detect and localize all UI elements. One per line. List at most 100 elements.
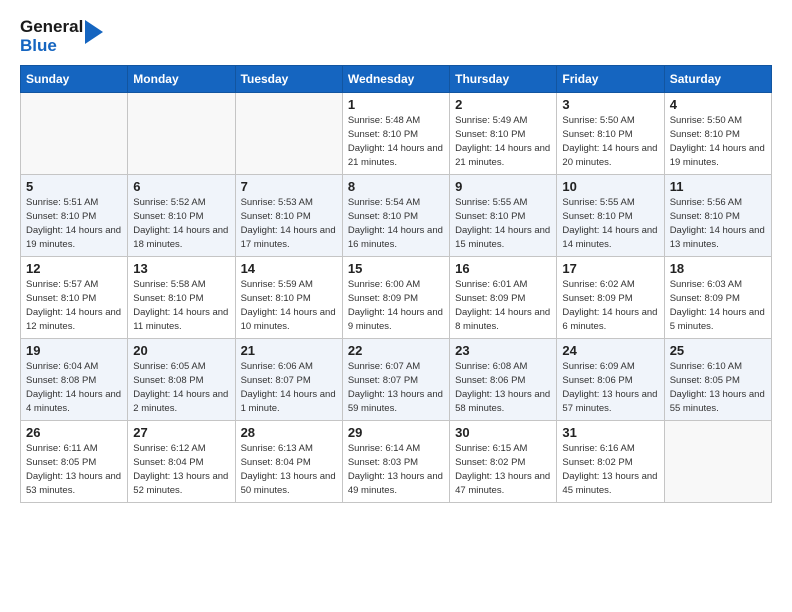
day-number: 15 [348, 261, 444, 276]
day-info: Sunrise: 6:10 AM Sunset: 8:05 PM Dayligh… [670, 360, 766, 415]
calendar-cell: 15 Sunrise: 6:00 AM Sunset: 8:09 PM Dayli… [342, 257, 449, 339]
logo-text-general: General [20, 18, 83, 37]
calendar-cell: 23 Sunrise: 6:08 AM Sunset: 8:06 PM Dayli… [450, 339, 557, 421]
calendar-cell: 3Sunrise: 5:50 AM Sunset: 8:10 PM Daylig… [557, 93, 664, 175]
day-number: 14 [241, 261, 337, 276]
calendar-table: SundayMondayTuesdayWednesdayThursdayFrid… [20, 65, 772, 503]
day-number: 2 [455, 97, 551, 112]
calendar-cell: 30 Sunrise: 6:15 AM Sunset: 8:02 PM Dayli… [450, 421, 557, 503]
day-number: 20 [133, 343, 229, 358]
day-info: Sunrise: 5:48 AM Sunset: 8:10 PM Dayligh… [348, 114, 444, 169]
weekday-header-wednesday: Wednesday [342, 66, 449, 93]
day-number: 30 [455, 425, 551, 440]
calendar-cell: 27 Sunrise: 6:12 AM Sunset: 8:04 PM Dayli… [128, 421, 235, 503]
calendar-cell: 26 Sunrise: 6:11 AM Sunset: 8:05 PM Dayli… [21, 421, 128, 503]
calendar-cell: 5 Sunrise: 5:51 AM Sunset: 8:10 PM Daylig… [21, 175, 128, 257]
weekday-header-friday: Friday [557, 66, 664, 93]
day-number: 10 [562, 179, 658, 194]
calendar-cell: 21 Sunrise: 6:06 AM Sunset: 8:07 PM Dayli… [235, 339, 342, 421]
day-info: Sunrise: 6:12 AM Sunset: 8:04 PM Dayligh… [133, 442, 229, 497]
calendar-cell: 22Sunrise: 6:07 AM Sunset: 8:07 PM Dayli… [342, 339, 449, 421]
calendar-cell: 16Sunrise: 6:01 AM Sunset: 8:09 PM Dayli… [450, 257, 557, 339]
day-info: Sunrise: 6:11 AM Sunset: 8:05 PM Dayligh… [26, 442, 122, 497]
day-info: Sunrise: 5:58 AM Sunset: 8:10 PM Dayligh… [133, 278, 229, 333]
day-number: 8 [348, 179, 444, 194]
day-number: 17 [562, 261, 658, 276]
day-number: 21 [241, 343, 337, 358]
day-info: Sunrise: 5:51 AM Sunset: 8:10 PM Dayligh… [26, 196, 122, 251]
day-number: 6 [133, 179, 229, 194]
weekday-header-thursday: Thursday [450, 66, 557, 93]
day-number: 5 [26, 179, 122, 194]
day-number: 18 [670, 261, 766, 276]
day-info: Sunrise: 6:02 AM Sunset: 8:09 PM Dayligh… [562, 278, 658, 333]
logo-text-blue: Blue [20, 37, 83, 56]
day-info: Sunrise: 6:15 AM Sunset: 8:02 PM Dayligh… [455, 442, 551, 497]
calendar-cell: 8 Sunrise: 5:54 AM Sunset: 8:10 PM Daylig… [342, 175, 449, 257]
calendar-cell: 19 Sunrise: 6:04 AM Sunset: 8:08 PM Dayli… [21, 339, 128, 421]
day-number: 9 [455, 179, 551, 194]
day-number: 29 [348, 425, 444, 440]
day-number: 12 [26, 261, 122, 276]
calendar-cell: 9 Sunrise: 5:55 AM Sunset: 8:10 PM Daylig… [450, 175, 557, 257]
day-info: Sunrise: 6:00 AM Sunset: 8:09 PM Dayligh… [348, 278, 444, 333]
calendar-cell: 6 Sunrise: 5:52 AM Sunset: 8:10 PM Daylig… [128, 175, 235, 257]
week-row-2: 5 Sunrise: 5:51 AM Sunset: 8:10 PM Daylig… [21, 175, 772, 257]
day-number: 19 [26, 343, 122, 358]
weekday-header-sunday: Sunday [21, 66, 128, 93]
day-info: Sunrise: 6:09 AM Sunset: 8:06 PM Dayligh… [562, 360, 658, 415]
calendar-cell: 7Sunrise: 5:53 AM Sunset: 8:10 PM Daylig… [235, 175, 342, 257]
weekday-header-tuesday: Tuesday [235, 66, 342, 93]
week-row-3: 12 Sunrise: 5:57 AM Sunset: 8:10 PM Dayli… [21, 257, 772, 339]
calendar-cell: 25 Sunrise: 6:10 AM Sunset: 8:05 PM Dayli… [664, 339, 771, 421]
day-number: 25 [670, 343, 766, 358]
day-number: 1 [348, 97, 444, 112]
day-info: Sunrise: 5:50 AM Sunset: 8:10 PM Dayligh… [670, 114, 766, 169]
day-info: Sunrise: 5:54 AM Sunset: 8:10 PM Dayligh… [348, 196, 444, 251]
day-info: Sunrise: 6:03 AM Sunset: 8:09 PM Dayligh… [670, 278, 766, 333]
day-info: Sunrise: 6:01 AM Sunset: 8:09 PM Dayligh… [455, 278, 551, 333]
day-number: 23 [455, 343, 551, 358]
week-row-4: 19 Sunrise: 6:04 AM Sunset: 8:08 PM Dayli… [21, 339, 772, 421]
page: General Blue SundayMondayTuesdayWednesda… [0, 0, 792, 521]
day-info: Sunrise: 5:56 AM Sunset: 8:10 PM Dayligh… [670, 196, 766, 251]
day-number: 28 [241, 425, 337, 440]
calendar-cell: 14Sunrise: 5:59 AM Sunset: 8:10 PM Dayli… [235, 257, 342, 339]
day-info: Sunrise: 6:06 AM Sunset: 8:07 PM Dayligh… [241, 360, 337, 415]
calendar-cell [21, 93, 128, 175]
logo: General Blue [20, 18, 103, 55]
day-number: 27 [133, 425, 229, 440]
day-info: Sunrise: 5:50 AM Sunset: 8:10 PM Dayligh… [562, 114, 658, 169]
day-info: Sunrise: 6:08 AM Sunset: 8:06 PM Dayligh… [455, 360, 551, 415]
day-number: 26 [26, 425, 122, 440]
day-number: 13 [133, 261, 229, 276]
calendar-cell: 28Sunrise: 6:13 AM Sunset: 8:04 PM Dayli… [235, 421, 342, 503]
calendar-cell: 24 Sunrise: 6:09 AM Sunset: 8:06 PM Dayli… [557, 339, 664, 421]
day-info: Sunrise: 6:16 AM Sunset: 8:02 PM Dayligh… [562, 442, 658, 497]
calendar-cell: 18 Sunrise: 6:03 AM Sunset: 8:09 PM Dayli… [664, 257, 771, 339]
logo-chevron-icon [85, 20, 103, 50]
day-info: Sunrise: 5:55 AM Sunset: 8:10 PM Dayligh… [455, 196, 551, 251]
calendar-cell: 11 Sunrise: 5:56 AM Sunset: 8:10 PM Dayli… [664, 175, 771, 257]
week-row-5: 26 Sunrise: 6:11 AM Sunset: 8:05 PM Dayli… [21, 421, 772, 503]
calendar-cell: 1 Sunrise: 5:48 AM Sunset: 8:10 PM Daylig… [342, 93, 449, 175]
day-number: 31 [562, 425, 658, 440]
calendar-cell: 12 Sunrise: 5:57 AM Sunset: 8:10 PM Dayli… [21, 257, 128, 339]
day-info: Sunrise: 5:53 AM Sunset: 8:10 PM Dayligh… [241, 196, 337, 251]
day-info: Sunrise: 6:05 AM Sunset: 8:08 PM Dayligh… [133, 360, 229, 415]
calendar-cell: 10Sunrise: 5:55 AM Sunset: 8:10 PM Dayli… [557, 175, 664, 257]
day-info: Sunrise: 6:14 AM Sunset: 8:03 PM Dayligh… [348, 442, 444, 497]
day-info: Sunrise: 5:52 AM Sunset: 8:10 PM Dayligh… [133, 196, 229, 251]
day-info: Sunrise: 6:07 AM Sunset: 8:07 PM Dayligh… [348, 360, 444, 415]
calendar-cell: 17 Sunrise: 6:02 AM Sunset: 8:09 PM Dayli… [557, 257, 664, 339]
day-number: 24 [562, 343, 658, 358]
day-info: Sunrise: 5:57 AM Sunset: 8:10 PM Dayligh… [26, 278, 122, 333]
header: General Blue [20, 18, 772, 55]
calendar-cell: 13 Sunrise: 5:58 AM Sunset: 8:10 PM Dayli… [128, 257, 235, 339]
calendar-cell [128, 93, 235, 175]
day-number: 11 [670, 179, 766, 194]
calendar-cell [664, 421, 771, 503]
day-info: Sunrise: 6:04 AM Sunset: 8:08 PM Dayligh… [26, 360, 122, 415]
weekday-header-saturday: Saturday [664, 66, 771, 93]
weekday-header-monday: Monday [128, 66, 235, 93]
